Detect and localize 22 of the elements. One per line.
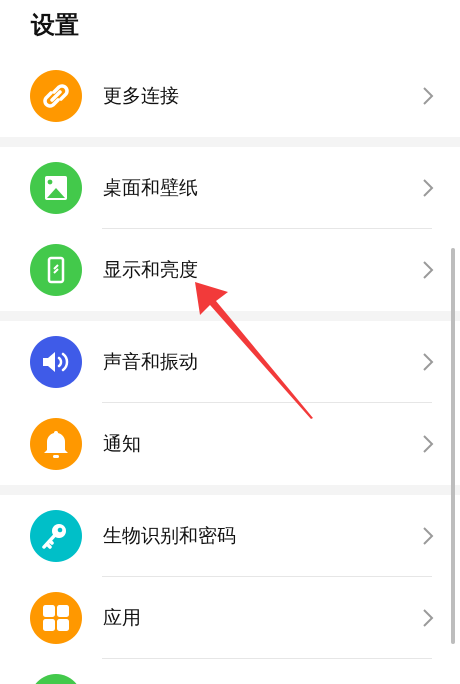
item-label: 通知	[103, 432, 142, 457]
settings-item[interactable]: 通知	[0, 403, 460, 485]
page-title: 设置	[30, 10, 80, 41]
settings-item[interactable]: 生物识别和密码	[0, 495, 460, 577]
chevron-icon	[422, 352, 434, 372]
chevron-icon	[422, 260, 434, 280]
item-label: 更多连接	[103, 84, 180, 109]
settings-item[interactable]: 显示和亮度	[0, 229, 460, 311]
chevron-icon	[422, 434, 434, 454]
item-label: 桌面和壁纸	[103, 176, 199, 201]
chevron-icon	[422, 526, 434, 546]
item-label: 声音和振动	[103, 350, 199, 375]
settings-item[interactable]: 桌面和壁纸	[0, 147, 460, 229]
settings-item[interactable]: 更多连接	[0, 55, 460, 137]
chevron-icon	[422, 608, 434, 628]
settings-item[interactable]: 应用	[0, 577, 460, 659]
chevron-icon	[422, 86, 434, 106]
settings-item[interactable]: 声音和振动	[0, 321, 460, 403]
chevron-icon	[422, 178, 434, 198]
item-label: 应用	[103, 606, 142, 631]
item-label: 显示和亮度	[103, 258, 199, 283]
item-label: 生物识别和密码	[103, 524, 237, 549]
